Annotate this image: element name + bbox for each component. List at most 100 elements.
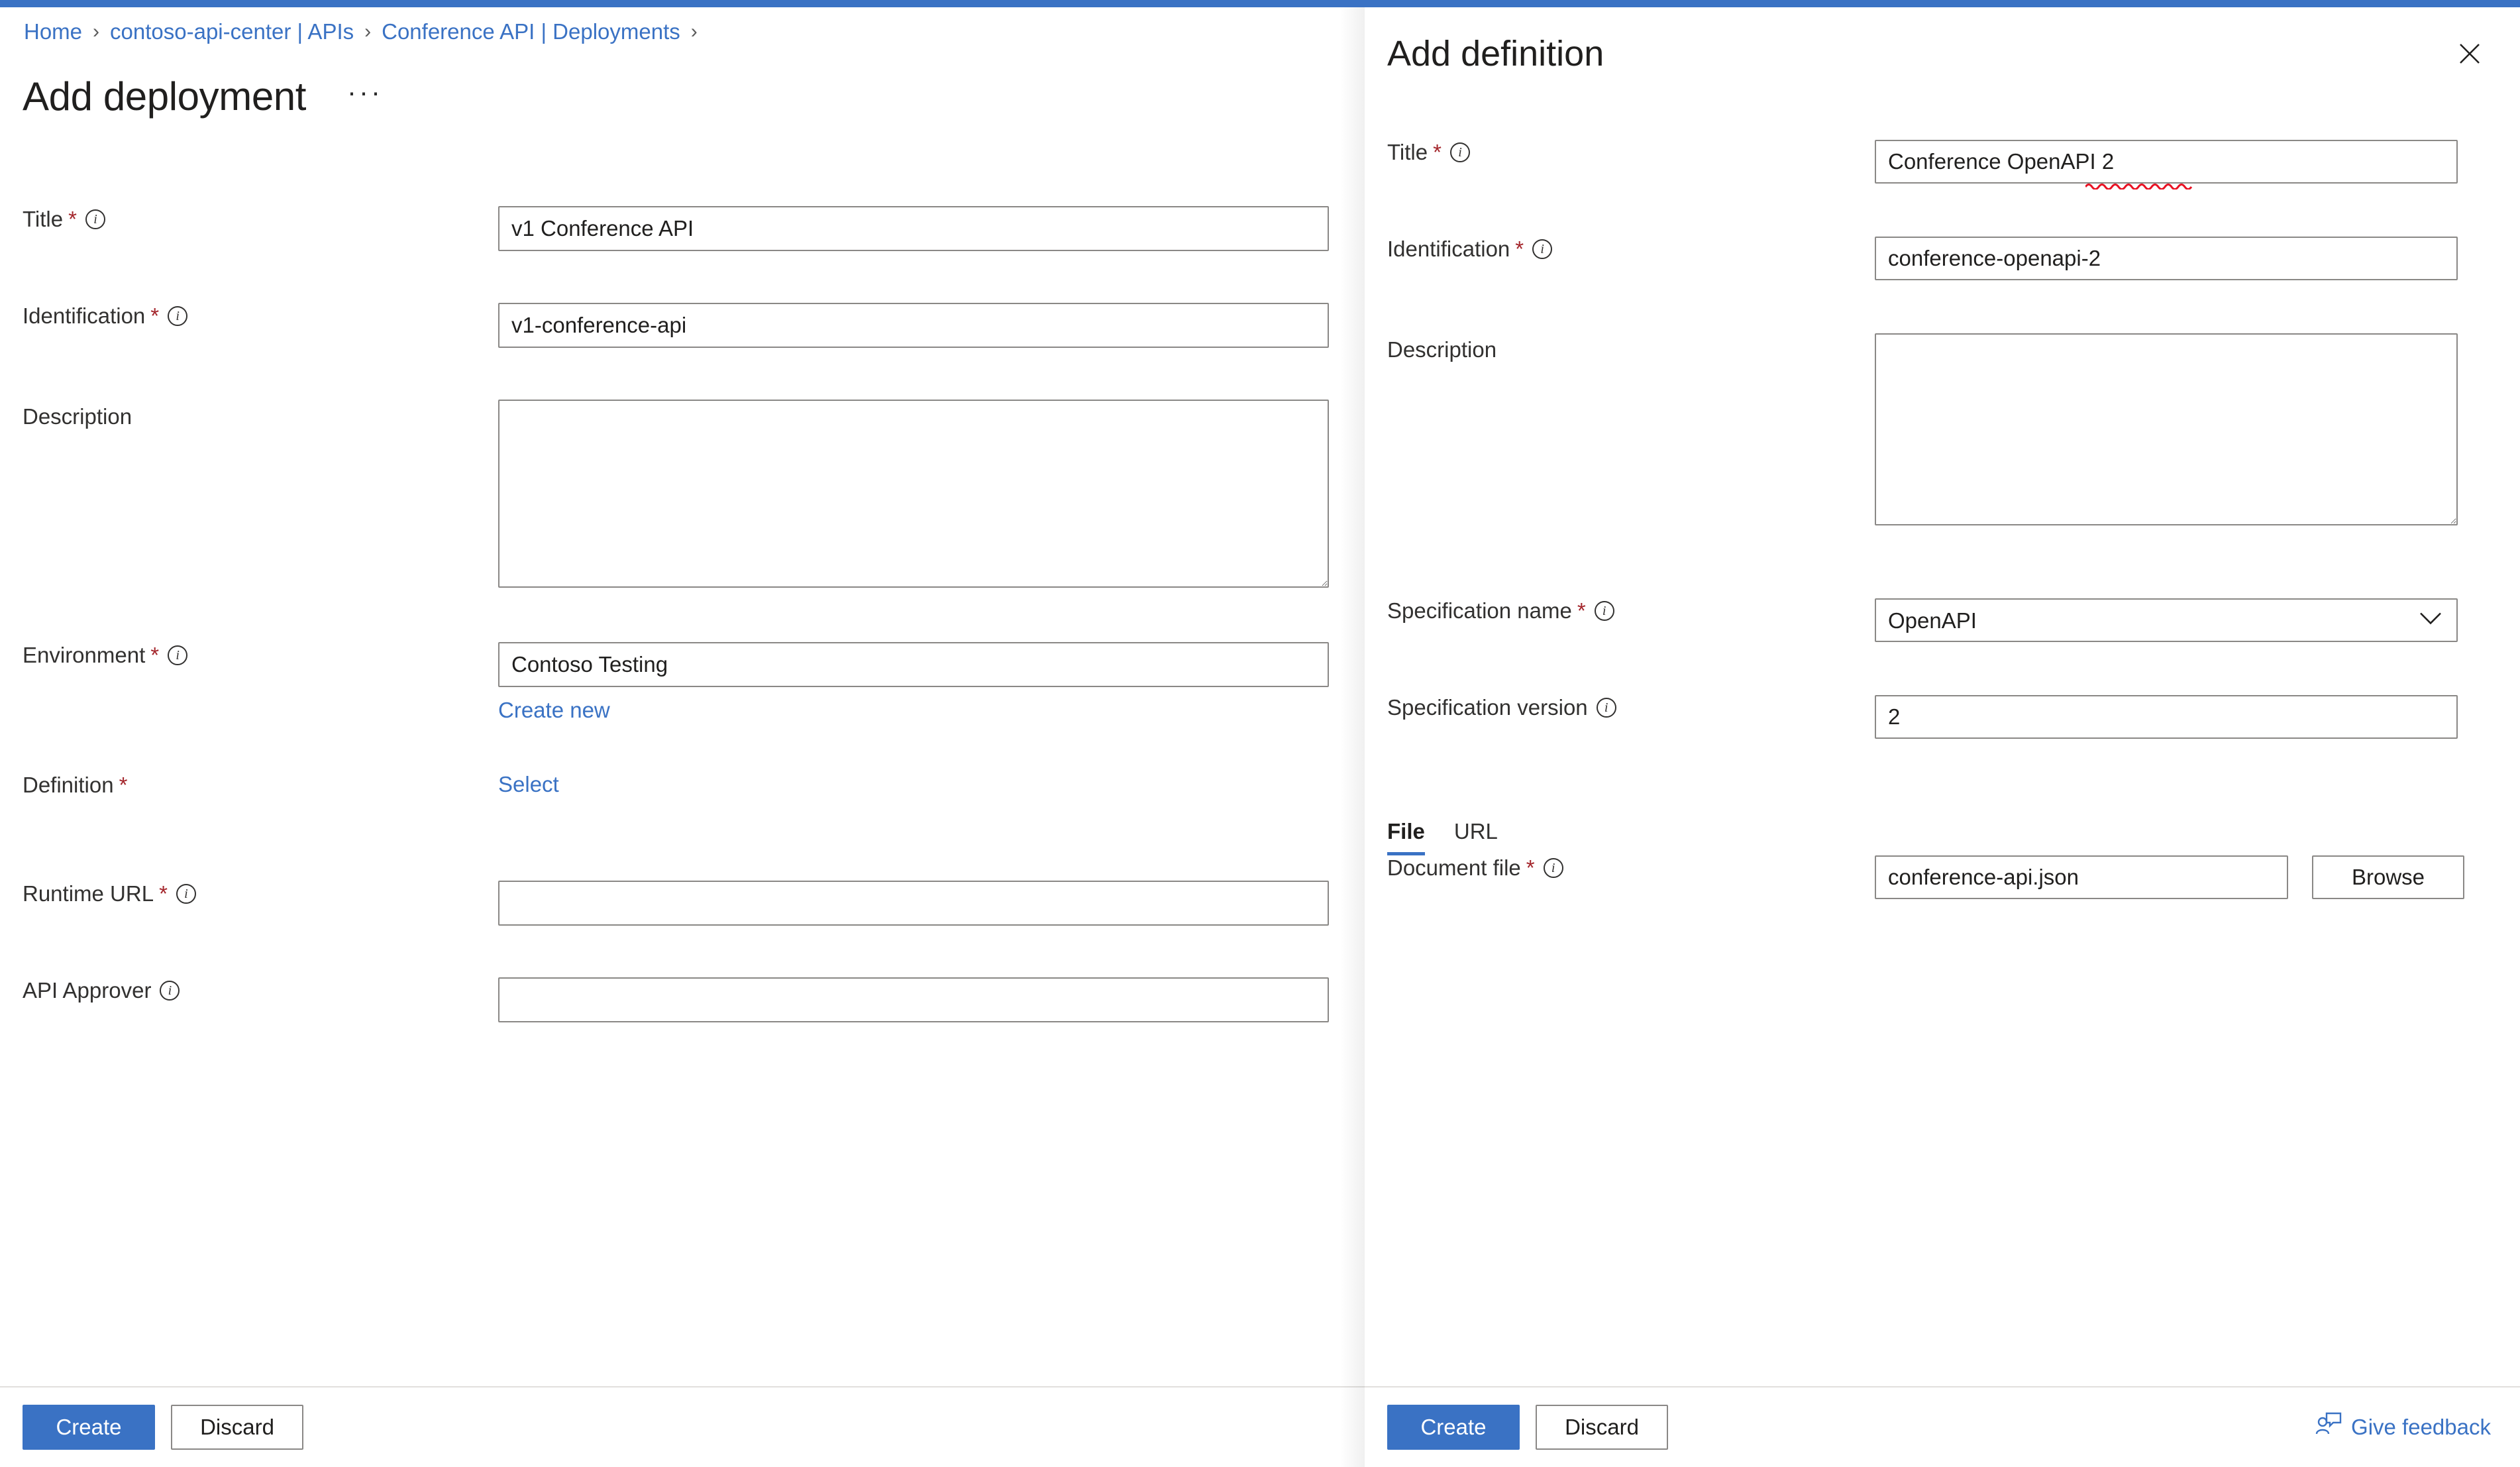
specification-name-select-wrap: OpenAPIWSDLGraphQLgRPCAsyncAPIOther	[1875, 598, 2458, 642]
top-accent-bar	[0, 0, 2520, 7]
specification-version-label-text: Specification version	[1387, 695, 1588, 720]
info-icon[interactable]: i	[176, 883, 196, 904]
runtime-url-field-wrap	[498, 881, 1365, 926]
add-deployment-footer: Create Discard	[0, 1386, 1365, 1467]
identification-label-text: Identification	[23, 303, 146, 328]
description-label-text: Description	[23, 404, 132, 429]
info-icon[interactable]: i	[1449, 142, 1470, 162]
def-form-row-description: Description	[1365, 333, 2520, 598]
document-file-input[interactable]	[1875, 855, 2288, 899]
specification-version-field-wrap	[1875, 695, 2520, 739]
def-form-row-specification-version: Specification version i	[1365, 695, 2520, 792]
page-title: Add deployment	[23, 74, 307, 119]
title-label-text: Title	[23, 207, 64, 231]
specification-version-input[interactable]	[1875, 695, 2458, 739]
info-icon[interactable]: i	[168, 645, 188, 665]
browse-button[interactable]: Browse	[2312, 855, 2464, 899]
form-row-title: Title * i	[0, 206, 1365, 303]
info-icon[interactable]: i	[160, 980, 180, 1001]
environment-field-wrap: Create new	[498, 642, 1365, 723]
def-description-label: Description	[1365, 333, 1875, 362]
def-identification-field-wrap	[1875, 237, 2520, 280]
specification-name-select[interactable]: OpenAPIWSDLGraphQLgRPCAsyncAPIOther	[1875, 598, 2458, 642]
title-field-wrap	[498, 206, 1365, 251]
breadcrumb-separator: ›	[364, 20, 372, 42]
document-file-label: Document file * i	[1365, 855, 1875, 881]
api-approver-label-text: API Approver	[23, 978, 152, 1003]
description-label: Description	[0, 400, 498, 430]
runtime-url-input[interactable]	[498, 881, 1329, 926]
breadcrumb-separator-trailing: ›	[690, 20, 698, 42]
close-icon[interactable]	[2448, 32, 2491, 75]
description-field-wrap	[498, 400, 1365, 588]
required-marker: *	[150, 643, 160, 667]
specification-name-field-wrap: OpenAPIWSDLGraphQLgRPCAsyncAPIOther	[1875, 598, 2520, 642]
breadcrumb-item-home[interactable]: Home	[24, 21, 82, 42]
form-row-description: Description	[0, 400, 1365, 642]
environment-label: Environment * i	[0, 642, 498, 669]
info-icon[interactable]: i	[1532, 239, 1553, 259]
info-icon[interactable]: i	[1596, 698, 1616, 718]
add-deployment-form: Title * i Identification * i Description	[0, 206, 1365, 1074]
create-definition-button[interactable]: Create	[1387, 1405, 1520, 1450]
document-file-label-text: Document file	[1387, 855, 1521, 880]
def-identification-label-text: Identification	[1387, 237, 1510, 261]
definition-label: Definition *	[0, 772, 498, 798]
info-icon[interactable]: i	[85, 209, 105, 229]
definition-label-text: Definition	[23, 773, 114, 797]
required-marker: *	[1577, 598, 1586, 623]
specification-name-label-text: Specification name	[1387, 598, 1572, 623]
tab-url[interactable]: URL	[1454, 819, 1498, 855]
more-options-icon[interactable]: ···	[347, 78, 383, 115]
def-title-label: Title * i	[1365, 140, 1875, 165]
def-form-row-title: Title * i	[1365, 140, 2520, 237]
breadcrumb-item-conference-api-deployments[interactable]: Conference API | Deployments	[382, 21, 680, 42]
add-definition-header: Add definition	[1365, 7, 2520, 100]
def-title-field-wrap	[1875, 140, 2520, 190]
def-description-label-text: Description	[1387, 337, 1497, 362]
api-approver-input[interactable]	[498, 977, 1329, 1022]
required-marker: *	[150, 303, 160, 328]
panel-title: Add definition	[1387, 34, 1604, 74]
def-title-label-text: Title	[1387, 140, 1428, 164]
give-feedback-link[interactable]: Give feedback	[2315, 1411, 2491, 1443]
breadcrumb-separator: ›	[93, 20, 100, 42]
add-deployment-blade: Home › contoso-api-center | APIs › Confe…	[0, 7, 1365, 1467]
def-description-textarea[interactable]	[1875, 333, 2458, 525]
add-definition-blade: Add definition Title * i Conference Open…	[1365, 7, 2520, 1467]
form-row-definition: Definition * Select	[0, 772, 1365, 881]
def-form-row-document-file: Document file * i Browse	[1365, 855, 2520, 952]
create-new-environment-link[interactable]: Create new	[498, 698, 610, 723]
api-approver-field-wrap	[498, 977, 1365, 1022]
required-marker: *	[1515, 237, 1524, 261]
discard-deployment-button[interactable]: Discard	[171, 1405, 303, 1450]
form-row-api-approver: API Approver i	[0, 977, 1365, 1074]
feedback-person-icon	[2315, 1411, 2342, 1443]
spellcheck-squiggle-icon	[2085, 184, 2193, 190]
breadcrumb-item-api-center[interactable]: contoso-api-center | APIs	[110, 21, 354, 42]
def-description-field-wrap	[1875, 333, 2520, 525]
give-feedback-label: Give feedback	[2351, 1415, 2491, 1439]
description-textarea[interactable]	[498, 400, 1329, 588]
tab-file[interactable]: File	[1387, 819, 1425, 855]
environment-label-text: Environment	[23, 643, 146, 667]
def-identification-input[interactable]	[1875, 237, 2458, 280]
info-icon[interactable]: i	[1543, 858, 1563, 878]
runtime-url-label-text: Runtime URL	[23, 881, 154, 906]
identification-input[interactable]	[498, 303, 1329, 348]
def-title-input[interactable]	[1875, 140, 2458, 184]
environment-input[interactable]	[498, 642, 1329, 687]
required-marker: *	[1433, 140, 1442, 164]
info-icon[interactable]: i	[168, 305, 188, 326]
runtime-url-label: Runtime URL * i	[0, 881, 498, 907]
form-row-environment: Environment * i Create new	[0, 642, 1365, 772]
info-icon[interactable]: i	[1594, 601, 1614, 621]
api-approver-label: API Approver i	[0, 977, 498, 1004]
specification-name-label: Specification name * i	[1365, 598, 1875, 624]
title-input[interactable]	[498, 206, 1329, 251]
page-title-row: Add deployment ···	[23, 77, 383, 117]
create-deployment-button[interactable]: Create	[23, 1405, 155, 1450]
def-form-row-identification: Identification * i	[1365, 237, 2520, 333]
discard-definition-button[interactable]: Discard	[1536, 1405, 1668, 1450]
select-definition-link[interactable]: Select	[498, 772, 559, 797]
